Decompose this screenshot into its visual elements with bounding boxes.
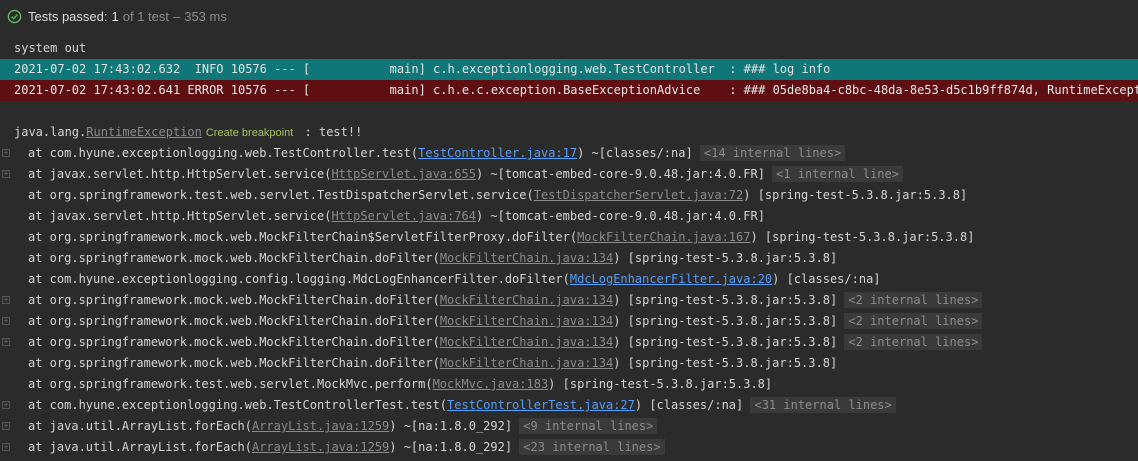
stack-frame: + at java.util.ArrayList.forEach(ArrayLis…: [0, 416, 1138, 437]
frame-location: ) [spring-test-5.3.8.jar:5.3.8]: [613, 251, 838, 265]
frame-location: ) ~[na:1.8.0_292]: [389, 419, 520, 433]
stack-frame: at org.springframework.test.web.servlet.…: [0, 374, 1138, 395]
exception-line: java.lang.RuntimeException Create breakpo…: [0, 122, 1138, 143]
source-link[interactable]: MockFilterChain.java:134: [440, 251, 613, 265]
fold-toggle-icon[interactable]: +: [2, 422, 10, 430]
frame-method: at org.springframework.test.web.servlet.…: [28, 377, 433, 391]
source-link[interactable]: TestControllerTest.java:27: [447, 398, 635, 412]
passed-count: 1: [111, 9, 119, 24]
create-breakpoint-link[interactable]: Create breakpoint: [206, 127, 293, 139]
stack-frame: + at org.springframework.mock.web.MockFil…: [0, 290, 1138, 311]
exception-package: java.lang.: [14, 125, 87, 139]
source-link[interactable]: MockFilterChain.java:134: [440, 356, 613, 370]
output-header: system out: [14, 41, 87, 55]
source-link[interactable]: MockFilterChain.java:134: [440, 293, 613, 307]
test-duration: 353 ms: [184, 9, 227, 24]
frame-method: at com.hyune.exceptionlogging.web.TestCo…: [28, 398, 448, 412]
log-line-error: 2021-07-02 17:43:02.641 ERROR 10576 --- …: [0, 80, 1138, 101]
stack-frame: + at com.hyune.exceptionlogging.web.TestC…: [0, 143, 1138, 164]
internal-lines-fold[interactable]: <2 internal lines>: [844, 334, 983, 350]
internal-lines-fold[interactable]: <2 internal lines>: [844, 313, 983, 329]
console-output[interactable]: system out 2021-07-02 17:43:02.632 INFO …: [0, 38, 1138, 458]
frame-method: at java.util.ArrayList.forEach(: [28, 419, 252, 433]
fold-toggle-icon[interactable]: +: [2, 296, 10, 304]
frame-method: at com.hyune.exceptionlogging.config.log…: [28, 272, 570, 286]
fold-toggle-icon[interactable]: +: [2, 149, 10, 157]
frame-location: ) [spring-test-5.3.8.jar:5.3.8]: [613, 293, 845, 307]
source-link[interactable]: MockFilterChain.java:167: [577, 230, 750, 244]
stack-frame: at org.springframework.mock.web.MockFilt…: [0, 227, 1138, 248]
stack-frame: + at com.hyune.exceptionlogging.web.TestC…: [0, 395, 1138, 416]
internal-lines-fold[interactable]: <1 internal line>: [772, 166, 903, 182]
stack-frame: at org.springframework.mock.web.MockFilt…: [0, 248, 1138, 269]
test-status-bar: Tests passed: 1 of 1 test – 353 ms: [0, 0, 1138, 33]
internal-lines-fold[interactable]: <31 internal lines>: [750, 397, 896, 413]
source-link[interactable]: HttpServlet.java:764: [331, 209, 476, 223]
frame-location: ) ~[tomcat-embed-core-9.0.48.jar:4.0.FR]: [475, 167, 773, 181]
stack-frame: + at javax.servlet.http.HttpServlet.servi…: [0, 164, 1138, 185]
source-link[interactable]: MockMvc.java:183: [433, 377, 549, 391]
frame-method: at org.springframework.test.web.servlet.…: [28, 188, 534, 202]
source-link[interactable]: MockFilterChain.java:134: [440, 314, 613, 328]
source-link[interactable]: MockFilterChain.java:134: [440, 335, 613, 349]
source-link[interactable]: MdcLogEnhancerFilter.java:20: [570, 272, 772, 286]
internal-lines-fold[interactable]: <2 internal lines>: [844, 292, 983, 308]
internal-lines-fold[interactable]: <14 internal lines>: [699, 145, 846, 161]
check-circle-icon: [7, 9, 22, 24]
stack-trace: + at com.hyune.exceptionlogging.web.TestC…: [0, 143, 1138, 458]
fold-toggle-icon[interactable]: +: [2, 443, 10, 451]
status-separator: –: [172, 9, 181, 24]
frame-location: ) [spring-test-5.3.8.jar:5.3.8]: [613, 314, 845, 328]
stack-frame: at com.hyune.exceptionlogging.config.log…: [0, 269, 1138, 290]
source-link[interactable]: HttpServlet.java:655: [331, 167, 476, 181]
fold-toggle-icon[interactable]: +: [2, 338, 10, 346]
frame-location: ) [classes/:na]: [772, 272, 881, 286]
frame-location: ) ~[na:1.8.0_292]: [389, 440, 520, 454]
frame-method: at javax.servlet.http.HttpServlet.servic…: [28, 167, 332, 181]
frame-location: ) [classes/:na]: [634, 398, 751, 412]
frame-method: at java.util.ArrayList.forEach(: [28, 440, 252, 454]
fold-toggle-icon[interactable]: +: [2, 401, 10, 409]
log-line-info: 2021-07-02 17:43:02.632 INFO 10576 --- […: [0, 59, 1138, 80]
frame-method: at com.hyune.exceptionlogging.web.TestCo…: [28, 146, 419, 160]
source-link[interactable]: ArrayList.java:1259: [252, 440, 389, 454]
frame-location: ) [spring-test-5.3.8.jar:5.3.8]: [613, 335, 845, 349]
stack-frame: + at java.util.ArrayList.forEach(ArrayLis…: [0, 437, 1138, 458]
frame-location: ) [spring-test-5.3.8.jar:5.3.8]: [548, 377, 773, 391]
status-label: Tests passed:: [28, 9, 108, 24]
frame-method: at org.springframework.mock.web.MockFilt…: [28, 230, 578, 244]
frame-location: ) ~[classes/:na]: [577, 146, 700, 160]
stack-frame: at org.springframework.test.web.servlet.…: [0, 185, 1138, 206]
frame-method: at org.springframework.mock.web.MockFilt…: [28, 251, 440, 265]
source-link[interactable]: TestDispatcherServlet.java:72: [534, 188, 744, 202]
frame-location: ) [spring-test-5.3.8.jar:5.3.8]: [743, 188, 968, 202]
frame-location: ) [spring-test-5.3.8.jar:5.3.8]: [750, 230, 975, 244]
internal-lines-fold[interactable]: <9 internal lines>: [519, 418, 658, 434]
exception-class-link[interactable]: RuntimeException: [86, 125, 202, 139]
exception-message: : test!!: [297, 125, 363, 139]
frame-method: at org.springframework.mock.web.MockFilt…: [28, 335, 440, 349]
frame-method: at org.springframework.mock.web.MockFilt…: [28, 356, 440, 370]
frame-method: at javax.servlet.http.HttpServlet.servic…: [28, 209, 332, 223]
fold-toggle-icon[interactable]: +: [2, 170, 10, 178]
total-tests: of 1 test: [122, 9, 169, 24]
stack-frame: at javax.servlet.http.HttpServlet.servic…: [0, 206, 1138, 227]
source-link[interactable]: TestController.java:17: [418, 146, 577, 160]
frame-method: at org.springframework.mock.web.MockFilt…: [28, 314, 440, 328]
frame-location: ) ~[tomcat-embed-core-9.0.48.jar:4.0.FR]: [475, 209, 765, 223]
frame-location: ) [spring-test-5.3.8.jar:5.3.8]: [613, 356, 838, 370]
stack-frame: + at org.springframework.mock.web.MockFil…: [0, 311, 1138, 332]
stack-frame: + at org.springframework.mock.web.MockFil…: [0, 332, 1138, 353]
frame-method: at org.springframework.mock.web.MockFilt…: [28, 293, 440, 307]
stack-frame: at org.springframework.mock.web.MockFilt…: [0, 353, 1138, 374]
internal-lines-fold[interactable]: <23 internal lines>: [519, 439, 665, 455]
fold-toggle-icon[interactable]: +: [2, 317, 10, 325]
source-link[interactable]: ArrayList.java:1259: [252, 419, 389, 433]
